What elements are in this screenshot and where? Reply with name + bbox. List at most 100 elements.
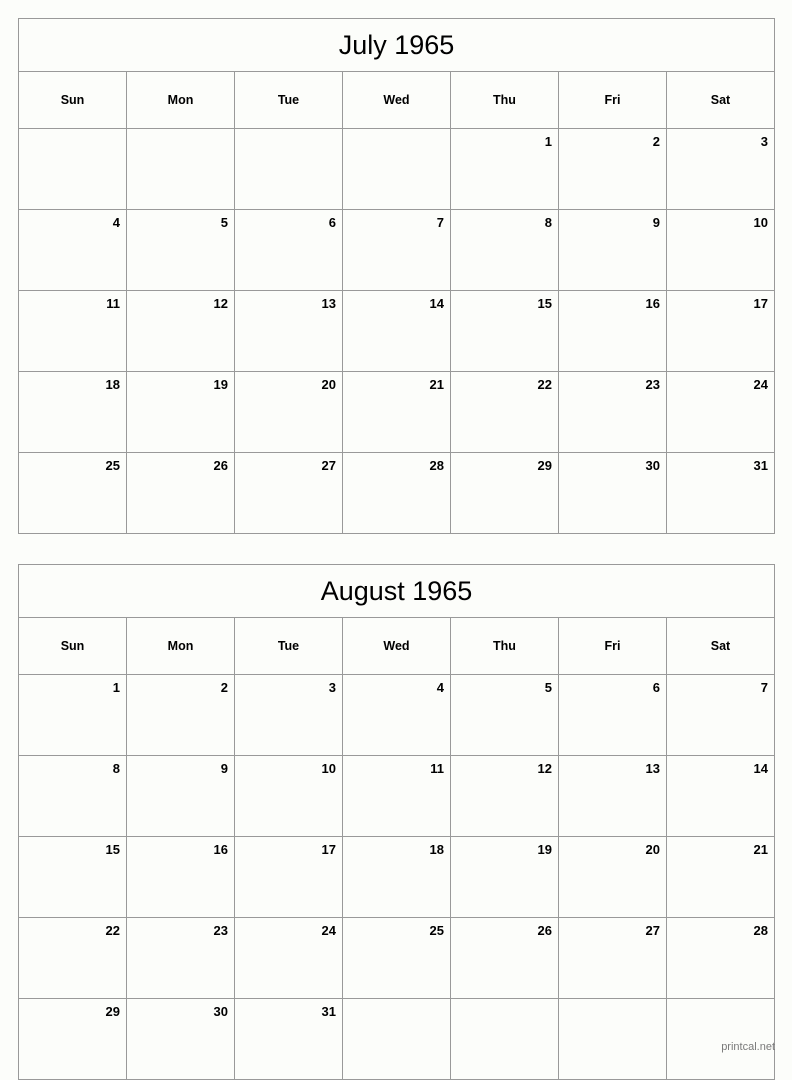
day-cell[interactable]: 4 (18, 209, 127, 291)
day-cell[interactable]: 20 (234, 371, 343, 453)
day-cell[interactable]: 11 (342, 755, 451, 837)
day-cell[interactable]: 19 (450, 836, 559, 918)
day-cell[interactable]: 18 (18, 371, 127, 453)
day-cell[interactable]: 26 (450, 917, 559, 999)
day-cell-empty (342, 998, 451, 1080)
month-title: July 1965 (18, 18, 775, 72)
day-cell[interactable]: 25 (342, 917, 451, 999)
day-cell[interactable]: 17 (234, 836, 343, 918)
day-cell-empty (450, 998, 559, 1080)
day-cell[interactable]: 29 (450, 452, 559, 534)
day-cell-empty (666, 998, 775, 1080)
day-cell[interactable]: 9 (126, 755, 235, 837)
week-row: 1234567 (18, 674, 775, 756)
calendars-container: July 1965 Sun Mon Tue Wed Thu Fri Sat 1 2 3 4 5 6 7 8 9 1… (18, 18, 775, 1080)
day-cell[interactable]: 8 (450, 209, 559, 291)
day-cell[interactable]: 2 (126, 674, 235, 756)
day-cell[interactable]: 27 (234, 452, 343, 534)
calendar-page: July 1965 Sun Mon Tue Wed Thu Fri Sat 1 2 3 4 5 6 7 8 9 1… (0, 0, 792, 1080)
day-cell[interactable]: 30 (558, 452, 667, 534)
footer-source-label: printcal.net (721, 1041, 775, 1053)
day-cell[interactable]: 5 (450, 674, 559, 756)
week-row: 8 9 10 11 12 13 14 (18, 755, 775, 837)
day-cell[interactable]: 3 (234, 674, 343, 756)
weekday-header-row: Sun Mon Tue Wed Thu Fri Sat (18, 617, 775, 675)
day-cell[interactable]: 2 (558, 128, 667, 210)
month-title-row: August 1965 (18, 564, 775, 618)
day-cell[interactable]: 13 (558, 755, 667, 837)
day-cell[interactable]: 1 (18, 674, 127, 756)
day-cell[interactable]: 30 (126, 998, 235, 1080)
day-cell[interactable]: 3 (666, 128, 775, 210)
day-cell[interactable]: 17 (666, 290, 775, 372)
weekday-header-thu: Thu (450, 617, 559, 675)
day-cell[interactable]: 12 (126, 290, 235, 372)
day-cell[interactable]: 28 (666, 917, 775, 999)
day-cell[interactable]: 16 (558, 290, 667, 372)
day-cell[interactable]: 25 (18, 452, 127, 534)
day-cell-empty (234, 128, 343, 210)
day-cell[interactable]: 5 (126, 209, 235, 291)
day-cell[interactable]: 19 (126, 371, 235, 453)
day-cell[interactable]: 24 (666, 371, 775, 453)
day-cell[interactable]: 12 (450, 755, 559, 837)
day-cell[interactable]: 22 (18, 917, 127, 999)
day-cell[interactable]: 10 (666, 209, 775, 291)
day-cell[interactable]: 9 (558, 209, 667, 291)
day-cell[interactable]: 7 (666, 674, 775, 756)
day-cell[interactable]: 14 (666, 755, 775, 837)
month-calendar: July 1965 Sun Mon Tue Wed Thu Fri Sat 1 2 3 4 5 6 7 8 9 1… (18, 18, 775, 534)
day-cell[interactable]: 6 (234, 209, 343, 291)
weekday-header-thu: Thu (450, 71, 559, 129)
month-title: August 1965 (18, 564, 775, 618)
week-row: 123 (18, 128, 775, 210)
month-calendar: August 1965 Sun Mon Tue Wed Thu Fri Sat 1 2 3 4 5 6 7 8… (18, 564, 775, 1080)
weekday-header-wed: Wed (342, 617, 451, 675)
week-row: 29 30 31 (18, 998, 775, 1080)
day-cell[interactable]: 4 (342, 674, 451, 756)
weekday-header-mon: Mon (126, 71, 235, 129)
weekday-header-tue: Tue (234, 71, 343, 129)
day-cell[interactable]: 21 (666, 836, 775, 918)
week-row: 15 16 17 18 19 20 21 (18, 836, 775, 918)
weekday-header-row: Sun Mon Tue Wed Thu Fri Sat (18, 71, 775, 129)
day-cell[interactable]: 14 (342, 290, 451, 372)
day-cell[interactable]: 15 (18, 836, 127, 918)
day-cell[interactable]: 24 (234, 917, 343, 999)
day-cell[interactable]: 18 (342, 836, 451, 918)
weekday-header-sun: Sun (18, 617, 127, 675)
day-cell[interactable]: 28 (342, 452, 451, 534)
weekday-header-sat: Sat (666, 617, 775, 675)
weekday-header-fri: Fri (558, 71, 667, 129)
week-row: 11 12 13 14 15 16 17 (18, 290, 775, 372)
day-cell[interactable]: 8 (18, 755, 127, 837)
weekday-header-tue: Tue (234, 617, 343, 675)
weekday-header-sun: Sun (18, 71, 127, 129)
day-cell[interactable]: 20 (558, 836, 667, 918)
day-cell[interactable]: 22 (450, 371, 559, 453)
week-row: 18 19 20 21 22 23 24 (18, 371, 775, 453)
day-cell[interactable]: 16 (126, 836, 235, 918)
month-title-row: July 1965 (18, 18, 775, 72)
day-cell[interactable]: 6 (558, 674, 667, 756)
week-row: 25 26 27 28 29 30 31 (18, 452, 775, 534)
day-cell[interactable]: 11 (18, 290, 127, 372)
day-cell[interactable]: 13 (234, 290, 343, 372)
day-cell[interactable]: 27 (558, 917, 667, 999)
day-cell[interactable]: 23 (126, 917, 235, 999)
day-cell[interactable]: 29 (18, 998, 127, 1080)
day-cell-empty (342, 128, 451, 210)
day-cell[interactable]: 31 (234, 998, 343, 1080)
day-cell[interactable]: 23 (558, 371, 667, 453)
day-cell-empty (558, 998, 667, 1080)
weekday-header-wed: Wed (342, 71, 451, 129)
day-cell-empty (18, 128, 127, 210)
day-cell[interactable]: 26 (126, 452, 235, 534)
day-cell[interactable]: 31 (666, 452, 775, 534)
day-cell[interactable]: 1 (450, 128, 559, 210)
day-cell[interactable]: 7 (342, 209, 451, 291)
day-cell[interactable]: 10 (234, 755, 343, 837)
day-cell[interactable]: 21 (342, 371, 451, 453)
day-cell-empty (126, 128, 235, 210)
day-cell[interactable]: 15 (450, 290, 559, 372)
